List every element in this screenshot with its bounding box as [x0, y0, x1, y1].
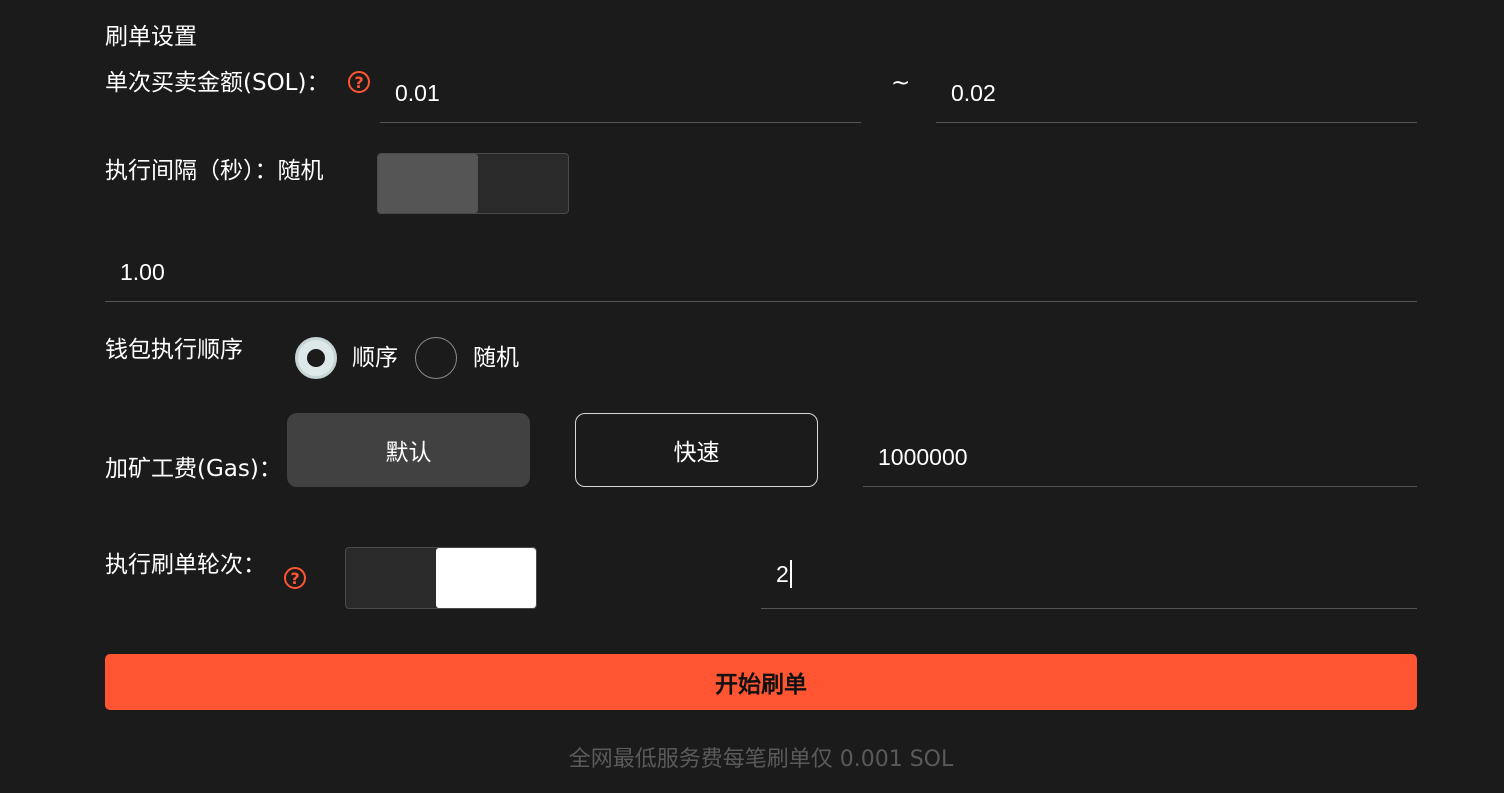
text-cursor [789, 560, 792, 588]
rounds-help-icon[interactable]: ? [284, 567, 306, 589]
footer-fee-note: 全网最低服务费每笔刷单仅 0.001 SOL [568, 747, 954, 772]
rounds-value-text: 2 [776, 560, 789, 587]
interval-label: 执行间隔（秒）：随机 [105, 160, 324, 183]
interval-toggle-knob [378, 154, 478, 213]
interval-random-label: 随机 [277, 158, 324, 184]
radio-dot [307, 349, 325, 367]
wallet-order-sequential-radio[interactable] [295, 337, 337, 379]
rounds-label: 执行刷单轮次： [105, 552, 266, 578]
amount-max-input[interactable] [936, 64, 1417, 123]
start-button[interactable]: 开始刷单 [105, 654, 1417, 710]
interval-value-input[interactable] [105, 243, 1417, 302]
gas-label: 加矿工费(Gas)： [105, 456, 282, 482]
wallet-order-sequential-label[interactable]: 顺序 [352, 347, 398, 370]
rounds-toggle-knob [436, 548, 536, 608]
rounds-toggle[interactable] [345, 547, 537, 609]
wallet-order-random-radio[interactable] [415, 337, 457, 379]
gas-default-button[interactable]: 默认 [287, 413, 530, 487]
section-title: 刷单设置 [105, 24, 197, 50]
gas-value-input[interactable] [863, 428, 1417, 487]
wallet-order-label: 钱包执行顺序 [105, 337, 243, 363]
interval-label-text: 执行间隔（秒）： [105, 158, 278, 184]
rounds-value-input[interactable]: 2 [761, 540, 1417, 609]
amount-range-separator: ~ [891, 70, 911, 96]
wallet-order-random-label[interactable]: 随机 [473, 347, 519, 370]
gas-fast-button[interactable]: 快速 [575, 413, 818, 487]
amount-min-input[interactable] [380, 64, 861, 123]
amount-help-icon[interactable]: ? [348, 71, 370, 93]
amount-label: 单次买卖金额(SOL)： [105, 70, 330, 96]
interval-random-toggle[interactable] [377, 153, 569, 214]
